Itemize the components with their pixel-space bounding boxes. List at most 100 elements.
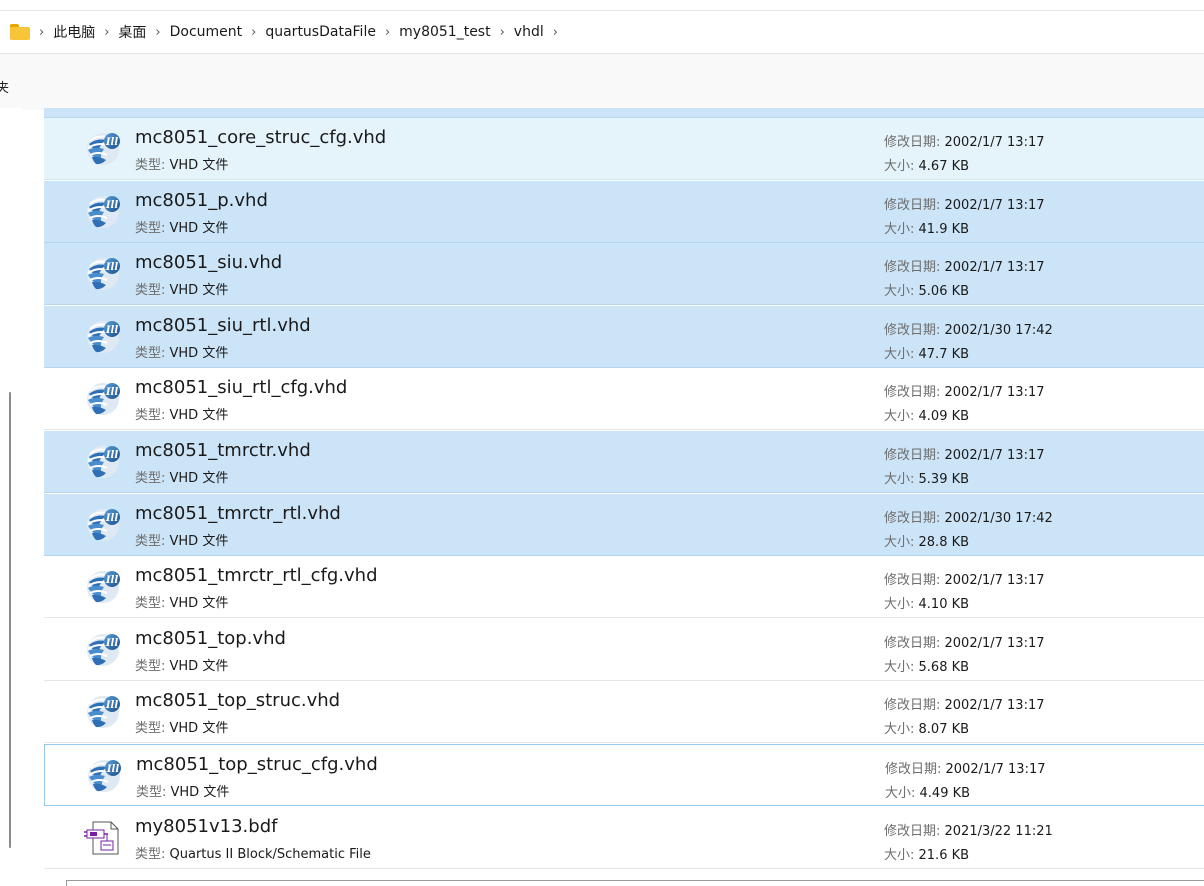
file-name[interactable]: mc8051_tmrctr_rtl.vhd xyxy=(135,503,341,524)
breadcrumb-item[interactable]: Document xyxy=(170,24,243,40)
file-modified: 修改日期: 2002/1/7 13:17 xyxy=(884,194,1045,213)
breadcrumb-item[interactable]: 桌面 xyxy=(118,22,146,42)
modified-label: 修改日期: xyxy=(884,510,945,526)
breadcrumb-separator-icon[interactable]: › xyxy=(251,25,256,40)
file-row[interactable]: Ill mc8051_siu.vhd 类型: VHD 文件 修改日期: 2002/1/… xyxy=(44,243,1204,306)
file-modified: 修改日期: 2002/1/7 13:17 xyxy=(884,569,1045,588)
file-row[interactable]: Ill mc8051_siu_rtl_cfg.vhd 类型: VHD 文件 修改日期:… xyxy=(44,368,1204,431)
file-name[interactable]: mc8051_core_struc_cfg.vhd xyxy=(135,127,386,148)
breadcrumb-separator-icon[interactable]: › xyxy=(39,25,44,40)
file-modified: 修改日期: 2002/1/30 17:42 xyxy=(884,319,1053,338)
file-modified: 修改日期: 2002/1/7 13:17 xyxy=(885,758,1046,777)
type-value: VHD 文件 xyxy=(169,220,229,236)
type-label: 类型: xyxy=(135,283,170,299)
type-label: 类型: xyxy=(135,345,170,361)
size-value: 47.7 KB xyxy=(918,346,970,362)
size-value: 28.8 KB xyxy=(918,534,970,550)
type-value: VHD 文件 xyxy=(170,785,230,800)
file-name[interactable]: my8051v13.bdf xyxy=(135,816,277,837)
quartus-vhd-icon: Ill xyxy=(84,318,122,356)
file-name[interactable]: mc8051_siu_rtl_cfg.vhd xyxy=(135,377,347,398)
modified-label: 修改日期: xyxy=(884,823,945,839)
type-value: VHD 文件 xyxy=(169,533,229,549)
file-name[interactable]: mc8051_siu_rtl.vhd xyxy=(135,315,311,336)
quartus-vhd-icon: Ill xyxy=(84,506,122,544)
quartus-vhd-icon: Ill xyxy=(84,631,122,669)
modified-value: 2002/1/7 13:17 xyxy=(944,385,1045,401)
type-label: 类型: xyxy=(135,408,170,424)
file-row[interactable]: Ill mc8051_tmrctr_rtl_cfg.vhd 类型: VHD 文件 修改… xyxy=(44,556,1204,619)
type-label: 类型: xyxy=(135,471,170,486)
type-value: VHD 文件 xyxy=(169,345,229,361)
horizontal-scrollbar[interactable] xyxy=(66,880,1204,886)
breadcrumb-separator-icon[interactable]: › xyxy=(553,25,558,40)
file-size: 大小: 4.09 KB xyxy=(884,405,969,424)
file-list: Ill mc8051_core_struc_cfg.vhd 类型: VHD 文件 修改… xyxy=(44,108,1204,876)
breadcrumb-separator-icon[interactable]: › xyxy=(385,25,390,40)
file-row[interactable]: Ill mc8051_tmrctr_rtl.vhd 类型: VHD 文件 修改日期: … xyxy=(44,493,1204,556)
file-type: 类型: VHD 文件 xyxy=(135,717,228,736)
address-bar[interactable]: › 此电脑 › 桌面 › Document › quartusDataFile › my8051_… xyxy=(0,10,1204,54)
type-value: VHD 文件 xyxy=(169,471,229,486)
modified-label: 修改日期: xyxy=(884,385,945,401)
file-name[interactable]: mc8051_p.vhd xyxy=(135,190,268,211)
file-name[interactable]: mc8051_tmrctr.vhd xyxy=(135,440,311,461)
modified-value: 2002/1/7 13:17 xyxy=(944,448,1045,463)
modified-label: 修改日期: xyxy=(884,635,945,651)
file-type: 类型: VHD 文件 xyxy=(135,342,228,361)
modified-value: 2002/1/7 13:17 xyxy=(944,197,1045,213)
breadcrumb-separator-icon[interactable]: › xyxy=(155,25,160,40)
file-row[interactable]: Ill mc8051_tmrctr.vhd 类型: VHD 文件 修改日期: 2002… xyxy=(44,431,1204,493)
size-label: 大小: xyxy=(884,847,919,863)
svg-text:Ill: Ill xyxy=(105,137,118,148)
file-type: 类型: VHD 文件 xyxy=(135,467,228,486)
type-value: VHD 文件 xyxy=(169,158,229,173)
file-row[interactable]: Ill mc8051_top.vhd 类型: VHD 文件 修改日期: 2002/1/… xyxy=(44,618,1204,681)
quartus-vhd-icon: Ill xyxy=(84,568,122,606)
modified-value: 2002/1/7 13:17 xyxy=(945,762,1046,777)
quartus-vhd-icon: Ill xyxy=(84,255,122,293)
svg-text:Ill: Ill xyxy=(105,387,118,398)
file-row[interactable]: Ill mc8051_top_struc_cfg.vhd 类型: VHD 文件 修改日… xyxy=(44,744,1204,806)
breadcrumb-item[interactable]: my8051_test xyxy=(399,24,490,40)
file-size: 大小: 21.6 KB xyxy=(884,844,969,863)
size-label: 大小: xyxy=(884,722,919,738)
file-row[interactable]: Ill mc8051_top_struc.vhd 类型: VHD 文件 修改日期: 2… xyxy=(44,681,1204,744)
file-modified: 修改日期: 2002/1/7 13:17 xyxy=(884,256,1045,275)
type-value: VHD 文件 xyxy=(169,721,229,737)
size-label: 大小: xyxy=(884,159,919,174)
file-name[interactable]: mc8051_top_struc_cfg.vhd xyxy=(136,754,378,775)
quartus-vhd-icon: Ill xyxy=(84,380,122,418)
size-value: 4.67 KB xyxy=(918,159,970,174)
file-size: 大小: 4.67 KB xyxy=(884,155,969,174)
svg-text:Ill: Ill xyxy=(105,325,118,336)
quartus-vhd-icon: Ill xyxy=(84,130,122,168)
size-label: 大小: xyxy=(884,472,919,487)
modified-label: 修改日期: xyxy=(884,573,945,589)
file-name[interactable]: mc8051_top_struc.vhd xyxy=(135,690,340,711)
file-size: 大小: 8.07 KB xyxy=(884,718,969,737)
navigation-pane xyxy=(0,108,22,886)
file-row[interactable]: Ill mc8051_siu_rtl.vhd 类型: VHD 文件 修改日期: 200… xyxy=(44,305,1204,368)
file-name[interactable]: mc8051_tmrctr_rtl_cfg.vhd xyxy=(135,565,378,586)
file-size: 大小: 47.7 KB xyxy=(884,343,969,362)
file-row[interactable]: my8051v13.bdf 类型: Quartus II Block/Schema… xyxy=(44,806,1204,869)
file-type: 类型: VHD 文件 xyxy=(135,592,228,611)
file-type: 类型: VHD 文件 xyxy=(135,154,228,173)
breadcrumb: › 此电脑 › 桌面 › Document › quartusDataFile › my8051_… xyxy=(30,22,567,42)
file-row[interactable]: Ill mc8051_p.vhd 类型: VHD 文件 修改日期: 2002/1/7 … xyxy=(44,180,1204,243)
file-type: 类型: VHD 文件 xyxy=(135,530,228,549)
size-value: 4.10 KB xyxy=(918,597,970,613)
breadcrumb-item[interactable]: quartusDataFile xyxy=(265,24,376,40)
file-name[interactable]: mc8051_top.vhd xyxy=(135,628,286,649)
nav-scrollbar[interactable] xyxy=(9,392,11,848)
breadcrumb-separator-icon[interactable]: › xyxy=(500,25,505,40)
size-value: 5.39 KB xyxy=(918,472,970,487)
breadcrumb-item[interactable]: vhdl xyxy=(514,24,544,40)
type-label: 类型: xyxy=(135,533,170,549)
file-row[interactable]: Ill mc8051_core_struc_cfg.vhd 类型: VHD 文件 修改… xyxy=(44,118,1204,180)
file-name[interactable]: mc8051_siu.vhd xyxy=(135,252,282,273)
breadcrumb-item[interactable]: 此电脑 xyxy=(53,22,95,42)
breadcrumb-separator-icon[interactable]: › xyxy=(104,25,109,40)
type-label: 类型: xyxy=(135,220,170,236)
